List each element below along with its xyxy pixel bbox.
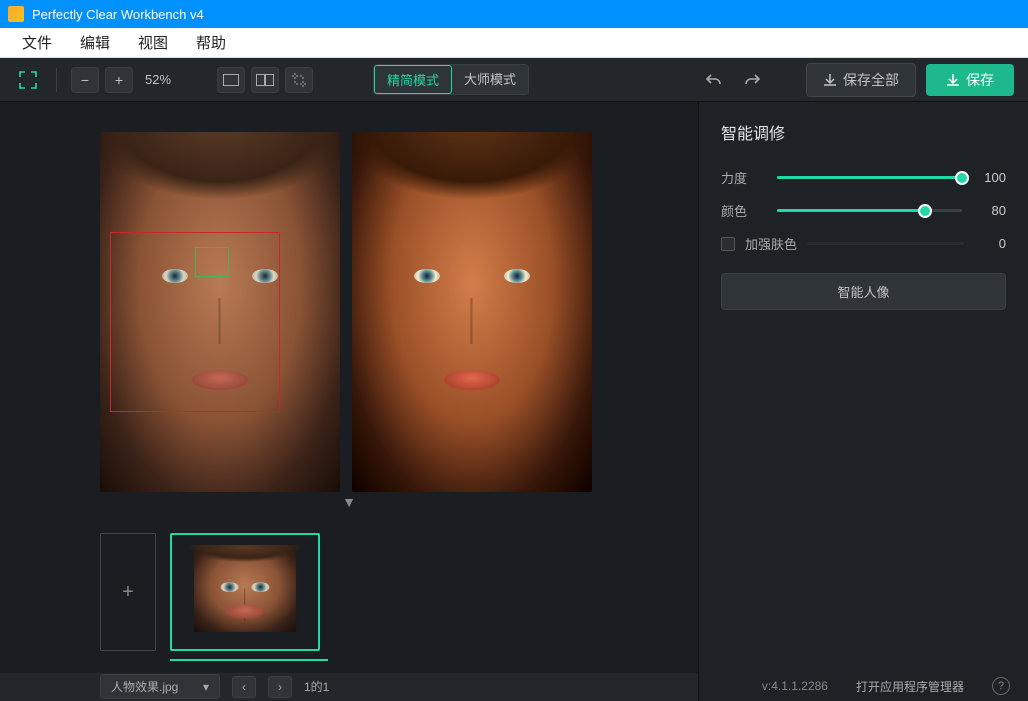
undo-button[interactable]	[700, 67, 728, 93]
main-canvas-area: ▼ + 人物效果.jpg ▾ ‹ › 1的1	[0, 102, 698, 701]
strength-value: 100	[974, 170, 1006, 185]
chevron-right-icon: ›	[278, 680, 282, 694]
bottom-bar: 人物效果.jpg ▾ ‹ › 1的1	[0, 673, 698, 701]
smart-portrait-button[interactable]: 智能人像	[721, 273, 1006, 310]
plus-icon: +	[122, 581, 134, 604]
color-label: 颜色	[721, 201, 765, 220]
menu-view[interactable]: 视图	[124, 28, 182, 57]
strength-slider-row: 力度 100	[721, 168, 1006, 187]
file-selector[interactable]: 人物效果.jpg ▾	[100, 674, 220, 699]
preview-before[interactable]	[100, 132, 340, 492]
mode-simple-button[interactable]: 精简模式	[374, 65, 452, 94]
enhance-skin-label: 加强肤色	[745, 234, 797, 253]
crop-icon	[291, 72, 307, 88]
menu-file[interactable]: 文件	[8, 28, 66, 57]
app-icon	[8, 6, 24, 22]
save-all-button[interactable]: 保存全部	[806, 63, 916, 97]
chevron-left-icon: ‹	[242, 680, 246, 694]
open-app-manager-link[interactable]: 打开应用程序管理器	[856, 678, 964, 695]
filmstrip-collapse-toggle[interactable]: ▼	[0, 492, 698, 512]
triangle-down-icon: ▼	[342, 494, 356, 510]
preview-row	[0, 102, 698, 492]
chevron-down-icon: ▾	[203, 680, 209, 694]
side-panel: 智能调修 力度 100 颜色 80 加强肤色 0 智能人像	[698, 102, 1028, 701]
split-pane-icon	[256, 74, 274, 86]
save-label: 保存	[966, 70, 994, 90]
preview-after[interactable]	[352, 132, 592, 492]
filmstrip: +	[0, 512, 698, 673]
save-all-label: 保存全部	[843, 70, 899, 90]
fit-screen-button[interactable]	[14, 67, 42, 93]
menubar: 文件 编辑 视图 帮助	[0, 28, 1028, 58]
toolbar: − + 52% 精简模式 大师模式 保存全部 保存	[0, 58, 1028, 102]
help-icon: ?	[998, 680, 1004, 692]
zoom-out-button[interactable]: −	[71, 67, 99, 93]
mode-master-button[interactable]: 大师模式	[452, 65, 528, 94]
panel-title: 智能调修	[721, 120, 1006, 144]
strength-slider[interactable]	[777, 176, 962, 179]
color-slider-row: 颜色 80	[721, 201, 1006, 220]
mode-switch: 精简模式 大师模式	[373, 64, 529, 95]
zoom-group: − + 52%	[71, 67, 177, 93]
page-indicator: 1的1	[304, 678, 329, 695]
redo-button[interactable]	[738, 67, 766, 93]
titlebar: Perfectly Clear Workbench v4	[0, 0, 1028, 28]
enhance-skin-slider[interactable]	[807, 242, 964, 245]
download-icon	[823, 73, 837, 87]
save-button[interactable]: 保存	[926, 64, 1014, 96]
prev-image-button[interactable]: ‹	[232, 676, 256, 698]
view-single-button[interactable]	[217, 67, 245, 93]
add-image-button[interactable]: +	[100, 533, 156, 651]
filename-label: 人物效果.jpg	[111, 678, 178, 695]
enhance-skin-checkbox[interactable]	[721, 237, 735, 251]
next-image-button[interactable]: ›	[268, 676, 292, 698]
zoom-level: 52%	[139, 72, 177, 87]
view-layout-group	[217, 67, 313, 93]
filmstrip-scrollbar[interactable]	[170, 659, 328, 661]
menu-help[interactable]: 帮助	[182, 28, 240, 57]
zoom-in-button[interactable]: +	[105, 67, 133, 93]
strength-label: 力度	[721, 168, 765, 187]
window-title: Perfectly Clear Workbench v4	[32, 7, 204, 22]
single-pane-icon	[223, 74, 239, 86]
enhance-skin-row: 加强肤色 0	[721, 234, 1006, 253]
color-value: 80	[974, 203, 1006, 218]
color-slider[interactable]	[777, 209, 962, 212]
eye-detect-rect	[195, 247, 229, 277]
view-crop-button[interactable]	[285, 67, 313, 93]
menu-edit[interactable]: 编辑	[66, 28, 124, 57]
view-split-button[interactable]	[251, 67, 279, 93]
version-label: v:4.1.1.2286	[762, 679, 828, 693]
enhance-skin-value: 0	[974, 236, 1006, 251]
undo-icon	[705, 71, 723, 89]
redo-icon	[743, 71, 761, 89]
help-button[interactable]: ?	[992, 677, 1010, 695]
download-icon	[946, 73, 960, 87]
plus-icon: +	[115, 72, 123, 88]
thumbnail-item[interactable]	[170, 533, 320, 651]
fit-screen-icon	[19, 71, 37, 89]
minus-icon: −	[81, 72, 89, 88]
